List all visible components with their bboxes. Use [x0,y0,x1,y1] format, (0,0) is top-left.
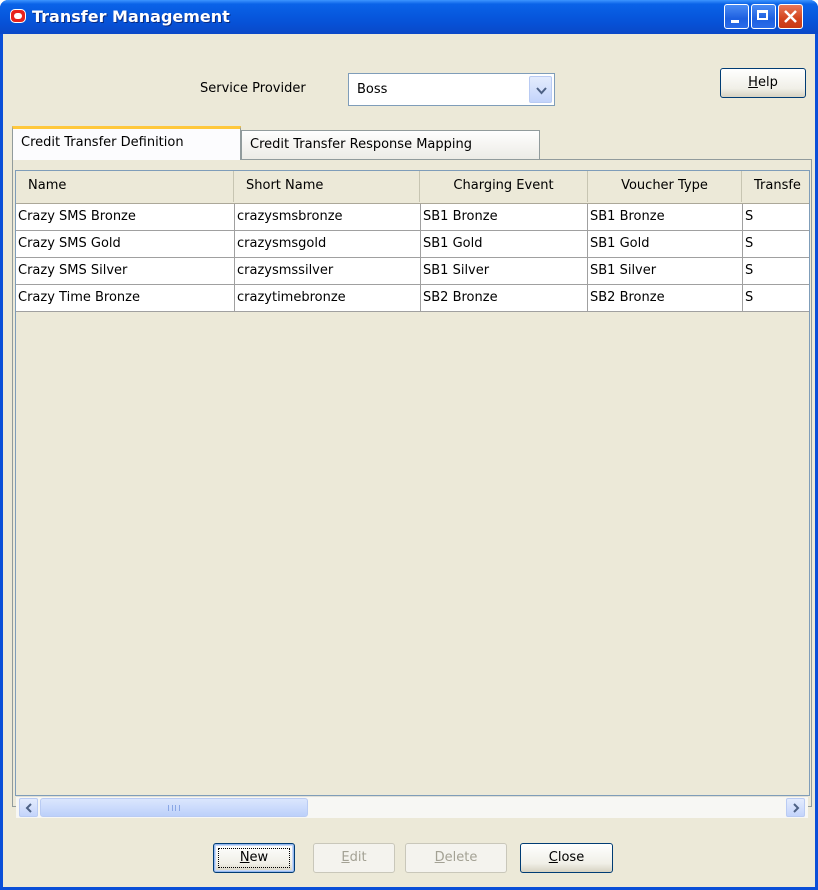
cell-name: Crazy SMS Gold [16,231,235,258]
service-provider-select[interactable]: Boss [348,73,555,106]
grip-icon [168,805,180,811]
cell-voucher-type: SB2 Bronze [588,285,743,312]
table-row[interactable]: Crazy SMS Gold crazysmsgold SB1 Gold SB1… [16,231,809,258]
cell-voucher-type: SB1 Bronze [588,204,743,231]
help-label-rest: elp [757,75,778,90]
oracle-logo-icon [10,9,26,23]
help-accel: H [748,75,758,90]
help-button[interactable]: Help [720,68,806,98]
chevron-down-icon [536,87,547,95]
scroll-thumb[interactable] [40,798,308,817]
scroll-right-button[interactable] [786,798,805,817]
column-header-voucher-type[interactable]: Voucher Type [588,171,742,202]
tab-label: Credit Transfer Response Mapping [250,137,472,152]
column-header-transfer[interactable]: Transfe [742,171,809,202]
window-title: Transfer Management [32,7,230,26]
column-header-short-name[interactable]: Short Name [234,171,420,202]
cell-transfer: S [743,231,809,258]
close-label-rest: lose [557,850,585,865]
cell-charging-event: SB2 Bronze [421,285,588,312]
table-row[interactable]: Crazy Time Bronze crazytimebronze SB2 Br… [16,285,809,312]
column-header-name[interactable]: Name [16,171,234,202]
edit-label-rest: dit [349,850,367,865]
cell-transfer: S [743,285,809,312]
service-provider-label: Service Provider [200,81,306,96]
table-row[interactable]: Crazy SMS Bronze crazysmsbronze SB1 Bron… [16,204,809,231]
credit-transfer-table: Name Short Name Charging Event Voucher T… [15,170,810,796]
close-button[interactable]: Close [520,843,613,873]
cell-charging-event: SB1 Silver [421,258,588,285]
cell-short-name: crazysmsgold [235,231,421,258]
minimize-button[interactable] [724,4,749,29]
tab-credit-transfer-definition[interactable]: Credit Transfer Definition [12,126,241,160]
cell-short-name: crazysmssilver [235,258,421,285]
cell-short-name: crazytimebronze [235,285,421,312]
cell-transfer: S [743,204,809,231]
tab-credit-transfer-response-mapping[interactable]: Credit Transfer Response Mapping [241,130,540,160]
cell-name: Crazy Time Bronze [16,285,235,312]
cell-charging-event: SB1 Gold [421,231,588,258]
column-header-charging-event[interactable]: Charging Event [420,171,588,202]
close-icon [784,10,797,23]
new-button[interactable]: New [213,843,295,873]
dropdown-arrow-button[interactable] [529,76,552,103]
edit-button[interactable]: Edit [313,843,395,873]
edit-accel: E [341,850,350,865]
cell-transfer: S [743,258,809,285]
focus-ring [218,848,290,868]
close-window-button[interactable] [778,4,803,29]
table-row[interactable]: Crazy SMS Silver crazysmssilver SB1 Silv… [16,258,809,285]
maximize-button[interactable] [751,4,776,29]
cell-name: Crazy SMS Silver [16,258,235,285]
close-accel: C [548,850,558,865]
chevron-right-icon [793,803,800,813]
table-header: Name Short Name Charging Event Voucher T… [16,171,809,204]
cell-name: Crazy SMS Bronze [16,204,235,231]
chevron-left-icon [25,803,32,813]
title-bar[interactable]: Transfer Management [0,0,818,34]
cell-voucher-type: SB1 Gold [588,231,743,258]
cell-short-name: crazysmsbronze [235,204,421,231]
horizontal-scrollbar[interactable] [16,796,808,818]
tab-label: Credit Transfer Definition [21,135,184,150]
cell-voucher-type: SB1 Silver [588,258,743,285]
cell-charging-event: SB1 Bronze [421,204,588,231]
service-provider-value: Boss [357,82,388,97]
delete-accel: D [434,850,445,865]
delete-label-rest: elete [444,850,478,865]
scroll-left-button[interactable] [19,798,38,817]
delete-button[interactable]: Delete [405,843,507,873]
